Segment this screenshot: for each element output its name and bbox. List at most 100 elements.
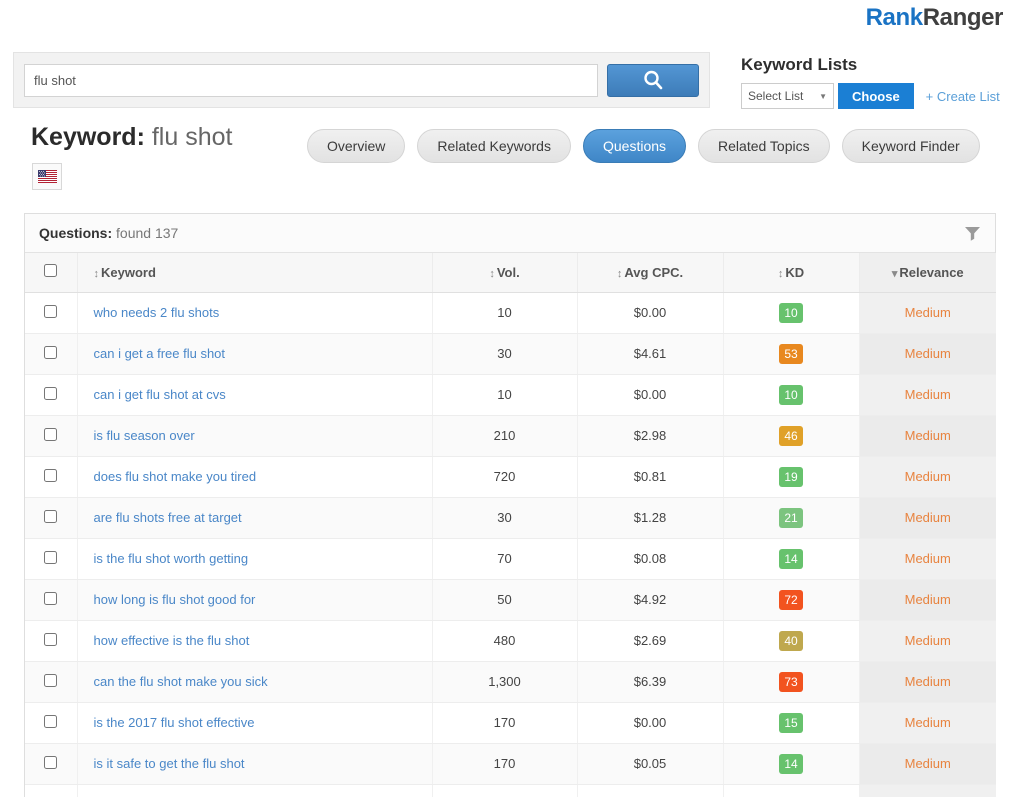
kd-cell: 19 bbox=[723, 456, 859, 497]
row-checkbox[interactable] bbox=[44, 346, 57, 359]
keyword-cell: can the flu shot make you sick bbox=[77, 661, 432, 702]
keyword-link[interactable]: is flu season over bbox=[94, 428, 195, 443]
kd-badge: 53 bbox=[779, 344, 802, 364]
page-title-value: flu shot bbox=[152, 123, 233, 151]
cpc-cell: $4.92 bbox=[577, 579, 723, 620]
tab-related-keywords[interactable]: Related Keywords bbox=[417, 129, 571, 163]
table-header-row: ↕Keyword ↕Vol. ↕Avg CPC. ↕KD ▾Relevance bbox=[25, 253, 996, 292]
table-row: does flu shot make you tired720$0.8119Me… bbox=[25, 456, 996, 497]
volume-cell: 50 bbox=[432, 579, 577, 620]
kd-cell: 40 bbox=[723, 620, 859, 661]
row-checkbox-cell bbox=[25, 702, 77, 743]
page-title-label: Keyword: bbox=[31, 123, 145, 151]
select-all-checkbox[interactable] bbox=[44, 264, 57, 277]
row-checkbox[interactable] bbox=[44, 551, 57, 564]
relevance-cell: Medium bbox=[859, 579, 996, 620]
cpc-cell: $2.69 bbox=[577, 620, 723, 661]
row-checkbox[interactable] bbox=[44, 756, 57, 769]
column-label-cpc: Avg CPC. bbox=[624, 265, 683, 280]
keyword-link[interactable]: is it safe to get the flu shot bbox=[94, 756, 245, 771]
relevance-cell bbox=[859, 784, 996, 797]
keyword-cell: are flu shots free at target bbox=[77, 497, 432, 538]
kd-cell: 14 bbox=[723, 743, 859, 784]
row-checkbox[interactable] bbox=[44, 387, 57, 400]
keyword-link[interactable]: can i get a free flu shot bbox=[94, 346, 226, 361]
relevance-cell: Medium bbox=[859, 333, 996, 374]
keyword-link[interactable]: is the flu shot worth getting bbox=[94, 551, 249, 566]
keyword-link[interactable]: who needs 2 flu shots bbox=[94, 305, 220, 320]
tab-related-topics[interactable]: Related Topics bbox=[698, 129, 830, 163]
row-checkbox[interactable] bbox=[44, 510, 57, 523]
select-list-label: Select List bbox=[748, 89, 803, 103]
tab-overview[interactable]: Overview bbox=[307, 129, 405, 163]
volume-cell: 170 bbox=[432, 702, 577, 743]
row-checkbox[interactable] bbox=[44, 428, 57, 441]
keyword-link[interactable]: can i get flu shot at cvs bbox=[94, 387, 226, 402]
chevron-down-icon: ▼ bbox=[819, 92, 827, 101]
kd-cell: 15 bbox=[723, 702, 859, 743]
keyword-link[interactable]: is the 2017 flu shot effective bbox=[94, 715, 255, 730]
keyword-cell: does flu shot make you tired bbox=[77, 456, 432, 497]
create-list-link[interactable]: + Create List bbox=[926, 89, 1000, 104]
column-header-keyword[interactable]: ↕Keyword bbox=[77, 253, 432, 292]
volume-cell: 1,300 bbox=[432, 661, 577, 702]
keyword-link[interactable]: can the flu shot make you sick bbox=[94, 674, 268, 689]
keyword-link[interactable]: does flu shot make you tired bbox=[94, 469, 257, 484]
column-label-vol: Vol. bbox=[497, 265, 520, 280]
column-label-keyword: Keyword bbox=[101, 265, 156, 280]
row-checkbox[interactable] bbox=[44, 715, 57, 728]
keyword-cell: can i get flu shot at cvs bbox=[77, 374, 432, 415]
column-header-vol[interactable]: ↕Vol. bbox=[432, 253, 577, 292]
keyword-link[interactable]: how effective is the flu shot bbox=[94, 633, 250, 648]
table-row: who needs 2 flu shots10$0.0010Medium bbox=[25, 292, 996, 333]
table-row: is flu season over210$2.9846Medium bbox=[25, 415, 996, 456]
select-list-dropdown[interactable]: Select List ▼ bbox=[741, 83, 834, 109]
volume-cell: 720 bbox=[432, 456, 577, 497]
table-row: can i get a free flu shot30$4.6153Medium bbox=[25, 333, 996, 374]
kd-cell: 10 bbox=[723, 292, 859, 333]
row-checkbox[interactable] bbox=[44, 592, 57, 605]
relevance-cell: Medium bbox=[859, 374, 996, 415]
sort-icon-vol: ↕ bbox=[489, 268, 495, 280]
kd-badge: 14 bbox=[779, 754, 802, 774]
volume-cell: 10 bbox=[432, 374, 577, 415]
tab-keyword-finder[interactable]: Keyword Finder bbox=[842, 129, 980, 163]
kd-badge: 73 bbox=[779, 672, 802, 692]
country-selector[interactable] bbox=[32, 163, 62, 190]
kd-cell: 72 bbox=[723, 579, 859, 620]
table-row: is it safe to get the flu shot170$0.0514… bbox=[25, 743, 996, 784]
filter-button[interactable] bbox=[964, 226, 981, 246]
row-checkbox[interactable] bbox=[44, 469, 57, 482]
keyword-link[interactable]: how long is flu shot good for bbox=[94, 592, 256, 607]
row-checkbox[interactable] bbox=[44, 305, 57, 318]
funnel-icon bbox=[964, 226, 981, 241]
top-bar: RankRanger bbox=[0, 0, 1019, 40]
cpc-cell: $0.08 bbox=[577, 538, 723, 579]
tab-bar: Overview Related Keywords Questions Related… bbox=[307, 129, 980, 163]
kd-badge: 46 bbox=[779, 426, 802, 446]
keyword-cell: is the flu shot worth getting bbox=[77, 538, 432, 579]
search-button[interactable] bbox=[607, 64, 699, 97]
kd-cell: 53 bbox=[723, 333, 859, 374]
keyword-cell: is it safe to get the flu shot bbox=[77, 743, 432, 784]
questions-table: ↕Keyword ↕Vol. ↕Avg CPC. ↕KD ▾Relevance bbox=[25, 253, 996, 797]
row-checkbox[interactable] bbox=[44, 633, 57, 646]
results-summary-title: Questions: bbox=[39, 225, 112, 241]
search-input[interactable] bbox=[24, 64, 598, 97]
cpc-cell bbox=[577, 784, 723, 797]
table-row: are flu shots free at target30$1.2821Med… bbox=[25, 497, 996, 538]
relevance-cell: Medium bbox=[859, 743, 996, 784]
keyword-cell: is the 2017 flu shot effective bbox=[77, 702, 432, 743]
column-header-relevance[interactable]: ▾Relevance bbox=[859, 253, 996, 292]
row-checkbox[interactable] bbox=[44, 674, 57, 687]
cpc-cell: $0.00 bbox=[577, 702, 723, 743]
row-checkbox-cell bbox=[25, 497, 77, 538]
kd-badge: 10 bbox=[779, 303, 802, 323]
column-header-cpc[interactable]: ↕Avg CPC. bbox=[577, 253, 723, 292]
keyword-link[interactable]: are flu shots free at target bbox=[94, 510, 242, 525]
volume-cell bbox=[432, 784, 577, 797]
sort-icon-kd: ↕ bbox=[778, 268, 784, 280]
tab-questions[interactable]: Questions bbox=[583, 129, 686, 163]
choose-button[interactable]: Choose bbox=[838, 83, 914, 109]
column-header-kd[interactable]: ↕KD bbox=[723, 253, 859, 292]
